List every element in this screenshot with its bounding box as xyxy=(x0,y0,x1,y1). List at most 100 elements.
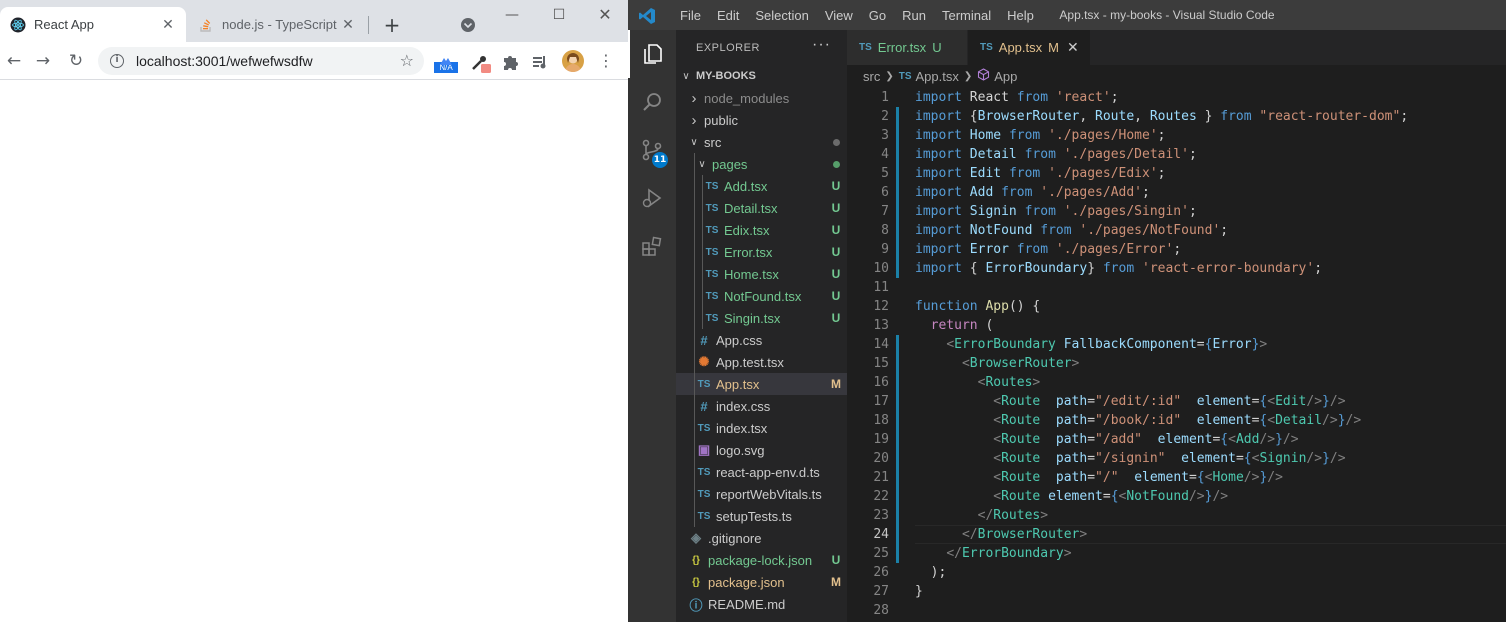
tree-item[interactable]: ⓘ README.md xyxy=(676,593,847,615)
tree-item[interactable]: # App.css xyxy=(676,329,847,351)
editor-tab-error[interactable]: TS Error.tsx U xyxy=(847,30,967,65)
tree-item[interactable]: TS index.tsx xyxy=(676,417,847,439)
chevron-right-icon: ❯ xyxy=(963,70,973,82)
tree-item[interactable]: {} package-lock.json U xyxy=(676,549,847,571)
code-line: 8 import NotFound from './pages/NotFound'… xyxy=(847,221,1506,240)
code-token: < xyxy=(946,337,955,352)
close-window-icon[interactable]: ✕ xyxy=(591,4,619,26)
breadcrumb: src ❯ TS App.tsx ❯ App xyxy=(847,65,1506,87)
close-tab-icon[interactable]: ✕ xyxy=(160,16,176,33)
tree-item[interactable]: TS App.tsx M xyxy=(676,373,847,395)
close-tab-icon[interactable]: ✕ xyxy=(1067,39,1080,56)
minimize-icon[interactable]: — xyxy=(498,4,526,26)
editor-tab-status: M xyxy=(1048,40,1059,55)
code-token: < xyxy=(1267,394,1276,409)
tree-item[interactable]: › public xyxy=(676,109,847,131)
more-actions-icon[interactable]: ··· xyxy=(812,36,831,54)
line-number: 12 xyxy=(873,299,889,314)
breadcrumb-file[interactable]: App.tsx xyxy=(916,69,959,84)
address-bar[interactable]: i localhost:3001/wefwefwsdfw ☆ xyxy=(98,47,424,75)
code-token: "/add" xyxy=(1095,432,1143,447)
forward-icon[interactable]: → xyxy=(31,50,55,72)
tree-item[interactable]: ▣ logo.svg xyxy=(676,439,847,461)
tree-item[interactable]: TS setupTests.ts xyxy=(676,505,847,527)
close-tab-icon[interactable]: ✕ xyxy=(340,16,356,33)
explorer-header: EXPLORER ··· xyxy=(676,30,847,65)
browser-menu-icon[interactable]: ⋮ xyxy=(596,50,616,72)
tree-item-label: index.tsx xyxy=(716,420,768,436)
line-number: 7 xyxy=(881,204,889,219)
tree-item[interactable]: TS reportWebVitals.ts xyxy=(676,483,847,505)
extension-na-icon[interactable]: N/A xyxy=(434,51,458,73)
tree-item[interactable]: ◈ .gitignore xyxy=(676,527,847,549)
code-token: import xyxy=(915,185,970,200)
breadcrumb-symbol[interactable]: App xyxy=(994,69,1017,84)
browser-tab-nodejs[interactable]: node.js - TypeScript S ✕ xyxy=(188,7,366,42)
line-number: 21 xyxy=(873,470,889,485)
tree-item[interactable]: ✺ App.test.tsx xyxy=(676,351,847,373)
profile-avatar[interactable] xyxy=(562,50,584,72)
editor-tab-app[interactable]: TS App.tsx M ✕ xyxy=(968,30,1090,65)
code-line: 25 </ErrorBoundary> xyxy=(847,544,1506,563)
code-token: = xyxy=(1196,337,1205,352)
tree-item-label: README.md xyxy=(708,596,786,612)
back-icon[interactable]: ← xyxy=(2,50,26,72)
tree-item[interactable]: › node_modules xyxy=(676,87,847,109)
bookmark-star-icon[interactable]: ☆ xyxy=(400,51,414,70)
code-token: "/book/:id" xyxy=(1095,413,1182,428)
code-text: import {BrowserRouter, Route, Routes } f… xyxy=(915,107,1408,126)
tree-item-label: Error.tsx xyxy=(724,244,773,260)
code-token: /> xyxy=(1329,394,1346,409)
tree-item[interactable]: ∨ src xyxy=(676,131,847,153)
code-token: Route xyxy=(1001,413,1056,428)
code-token: Detail xyxy=(969,147,1025,162)
indent-guide xyxy=(694,153,695,527)
code-token: Edit xyxy=(1275,394,1307,409)
breadcrumb-folder[interactable]: src xyxy=(863,69,880,84)
extensions-icon[interactable] xyxy=(628,222,676,270)
code-text: ); xyxy=(915,563,947,582)
typescript-icon: TS xyxy=(705,312,719,324)
extensions-puzzle-icon[interactable] xyxy=(500,52,520,72)
source-control-icon[interactable]: 11 xyxy=(628,126,676,174)
explorer-icon[interactable] xyxy=(628,30,676,78)
media-controls-icon[interactable] xyxy=(530,52,550,72)
tree-item[interactable]: ∨ pages xyxy=(676,153,847,175)
tree-item[interactable]: TS react-app-env.d.ts xyxy=(676,461,847,483)
reload-icon[interactable]: ↻ xyxy=(64,50,88,72)
eyedropper-icon[interactable] xyxy=(470,52,491,73)
code-token: Error xyxy=(969,242,1017,257)
code-token: </ xyxy=(961,527,978,542)
tab-search-icon[interactable] xyxy=(458,15,478,35)
code-editor[interactable]: 1 import React from 'react'; 2 import {Brow… xyxy=(847,87,1506,622)
code-token: FallbackComponent xyxy=(1063,337,1197,352)
maximize-icon[interactable]: ☐ xyxy=(545,4,573,26)
browser-tab-react-app[interactable]: React App ✕ xyxy=(0,7,186,42)
tree-item[interactable]: # index.css xyxy=(676,395,847,417)
code-token: </ xyxy=(977,508,994,523)
run-debug-icon[interactable] xyxy=(628,174,676,222)
code-token: './pages/Home' xyxy=(1048,128,1158,143)
new-tab-button[interactable]: + xyxy=(380,13,404,37)
site-info-icon[interactable]: i xyxy=(110,54,124,68)
code-token: path xyxy=(1055,432,1088,447)
code-token: > xyxy=(1259,337,1268,352)
workspace-root[interactable]: ∨ MY-BOOKS xyxy=(676,65,847,87)
line-number: 2 xyxy=(881,109,889,124)
code-token: } xyxy=(915,584,923,599)
git-status: U xyxy=(831,179,841,193)
tree-item-label: NotFound.tsx xyxy=(724,288,802,304)
line-number: 8 xyxy=(881,223,889,238)
code-token: "/" xyxy=(1095,470,1119,485)
tree-item[interactable]: {} package.json M xyxy=(676,571,847,593)
code-token: path xyxy=(1055,413,1088,428)
code-token: > xyxy=(1040,508,1049,523)
code-token: ; xyxy=(1188,204,1197,219)
code-token: './pages/Error' xyxy=(1055,242,1174,257)
git-status: U xyxy=(831,245,841,259)
search-icon[interactable] xyxy=(628,78,676,126)
